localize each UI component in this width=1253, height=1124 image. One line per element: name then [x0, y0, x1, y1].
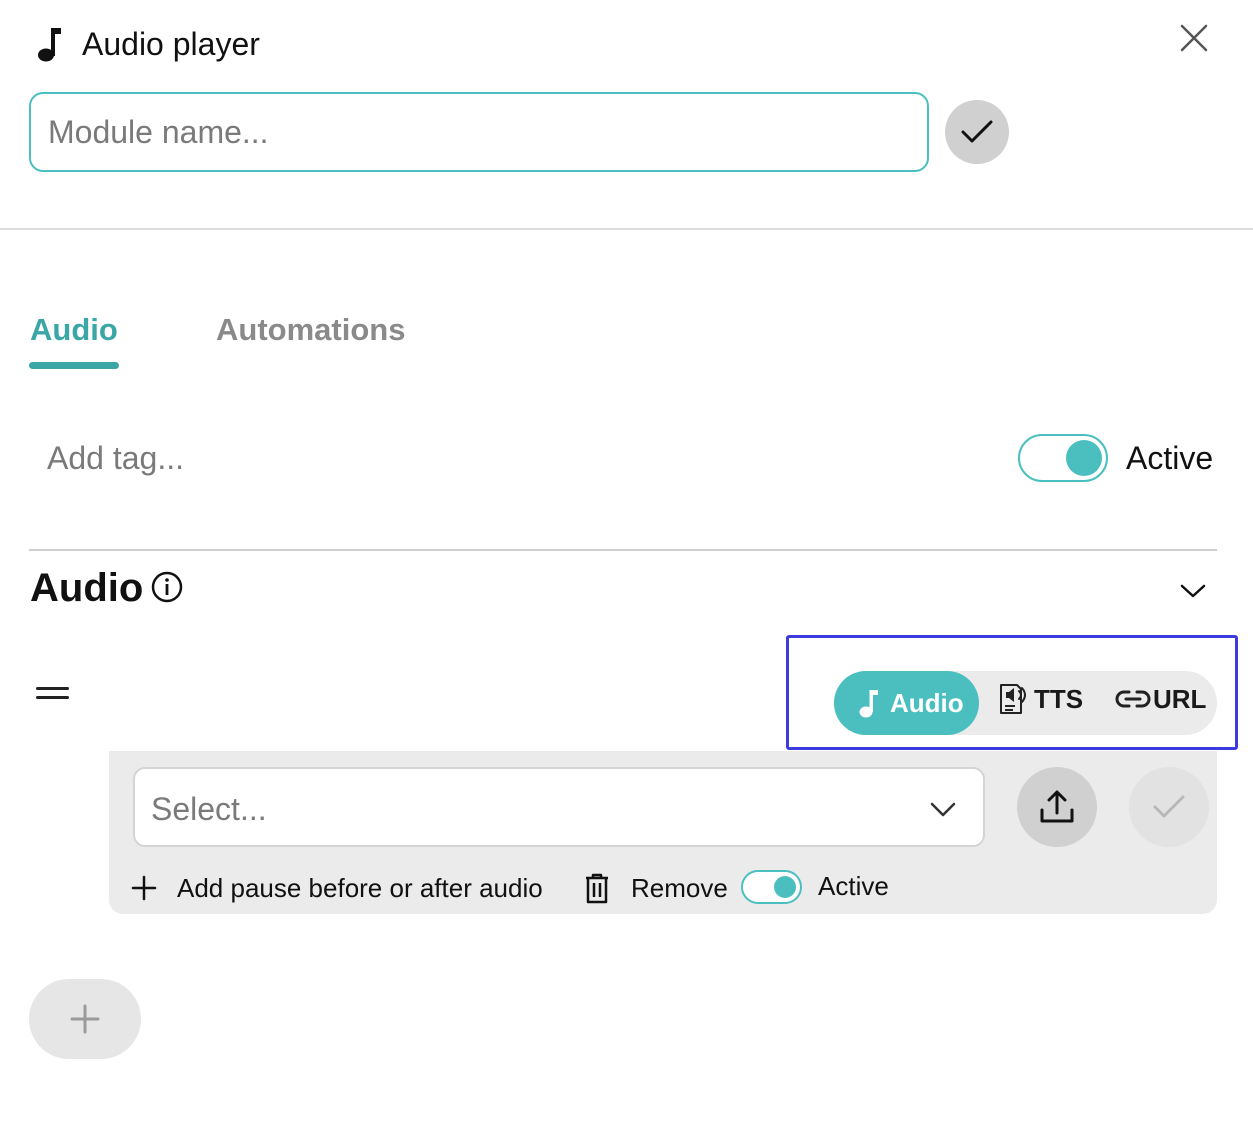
module-active-label: Active: [1126, 440, 1214, 476]
add-audio-item-button[interactable]: [29, 979, 141, 1059]
add-tag-input[interactable]: [33, 430, 533, 486]
module-active-toggle[interactable]: [1018, 434, 1108, 482]
chevron-down-icon: [1180, 584, 1206, 598]
header-divider: [0, 228, 1253, 230]
music-note-icon: [36, 24, 66, 64]
tts-icon: [1000, 684, 1026, 714]
source-url-label: URL: [1153, 683, 1207, 714]
chevron-down-icon: [930, 802, 956, 817]
drag-handle-icon[interactable]: [36, 684, 70, 704]
close-icon: [1180, 24, 1208, 52]
source-type-switch: Audio TTS URL: [834, 671, 1217, 735]
source-tts-label: TTS: [1034, 683, 1084, 714]
upload-icon: [1040, 790, 1074, 823]
toggle-knob: [774, 876, 796, 898]
add-pause-link[interactable]: Add pause before or after audio: [177, 870, 543, 906]
music-note-icon: [859, 690, 878, 718]
confirm-audio-button[interactable]: [1129, 767, 1209, 847]
audio-item-active-toggle[interactable]: [741, 870, 802, 904]
plus-icon: [70, 1004, 100, 1034]
audio-file-select[interactable]: Select...: [133, 767, 985, 847]
source-url-button[interactable]: URL: [1115, 667, 1206, 731]
section-title: Audio: [30, 566, 144, 610]
toggle-knob: [1066, 440, 1102, 476]
module-name-input[interactable]: [29, 92, 929, 172]
check-icon: [1153, 795, 1185, 818]
section-divider: [29, 549, 1217, 551]
tab-audio[interactable]: Audio: [30, 310, 118, 350]
select-value: Select...: [151, 791, 267, 827]
active-tab-indicator: [29, 362, 119, 369]
tab-automations[interactable]: Automations: [216, 310, 405, 350]
check-icon: [961, 120, 993, 143]
close-button[interactable]: [1172, 16, 1216, 60]
upload-button[interactable]: [1017, 767, 1097, 847]
dialog-title: Audio player: [82, 26, 260, 62]
remove-button[interactable]: Remove: [631, 870, 728, 906]
link-icon: [1115, 690, 1151, 708]
info-icon[interactable]: [151, 571, 183, 603]
trash-icon[interactable]: [584, 872, 610, 904]
collapse-section-button[interactable]: [1172, 570, 1214, 612]
plus-icon[interactable]: [130, 874, 158, 902]
source-audio-label: Audio: [890, 687, 964, 718]
confirm-name-button[interactable]: [945, 100, 1009, 164]
source-tts-button[interactable]: TTS: [997, 667, 1083, 731]
source-audio-button[interactable]: Audio: [834, 671, 979, 735]
audio-item-active-label: Active: [818, 871, 889, 901]
